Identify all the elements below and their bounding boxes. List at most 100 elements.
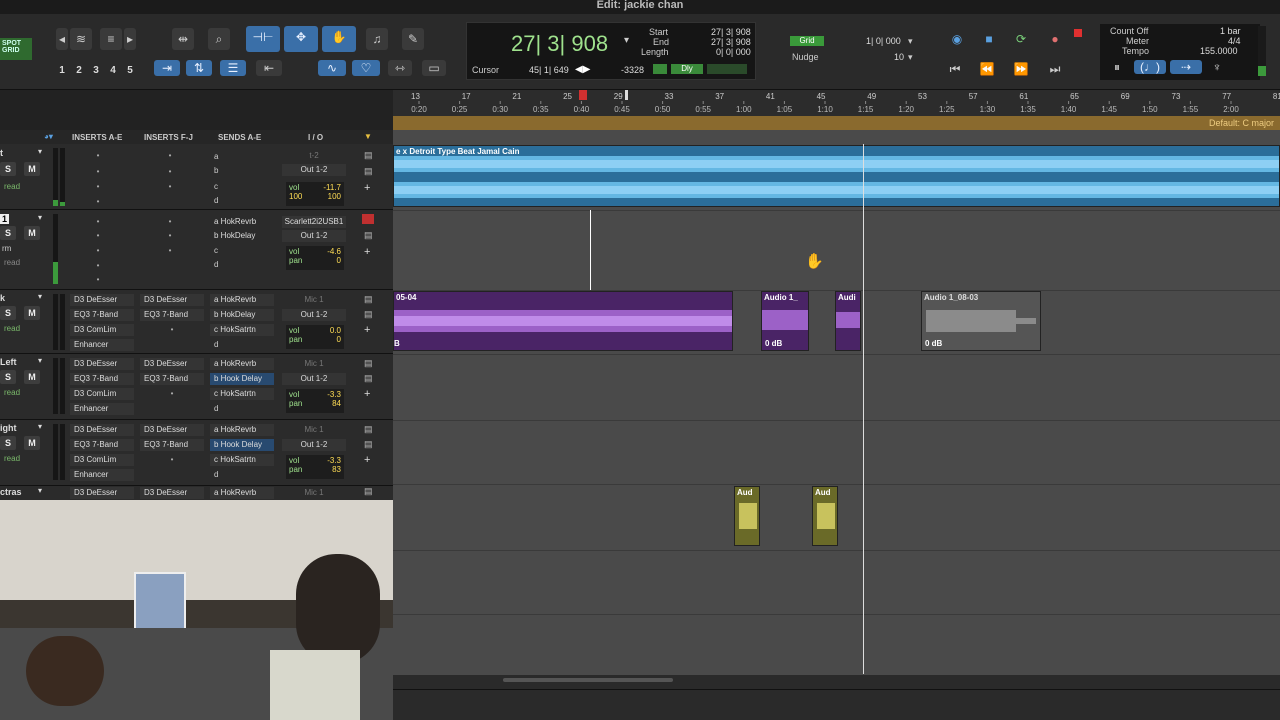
tempo-tool-icon[interactable]: ♆ — [1204, 60, 1230, 74]
insert-plugin[interactable]: D3 DeEsser — [70, 487, 134, 499]
waveform-zoom-icon[interactable]: ≋ — [70, 28, 92, 50]
solo-button[interactable]: S — [0, 436, 16, 450]
insert-slot-empty[interactable]: • — [140, 454, 204, 466]
start-value[interactable]: 27| 3| 908 — [711, 27, 751, 37]
output-window-icon[interactable]: ▤ — [364, 424, 373, 435]
send-slot[interactable]: b Hook Delay — [210, 439, 274, 451]
header-settings-icon[interactable]: ◕▾ — [44, 132, 53, 141]
fast-forward-icon[interactable]: ⏩ — [1010, 58, 1032, 80]
insert-slot-empty[interactable]: • — [138, 216, 202, 228]
main-counter[interactable]: 27| 3| 908 ▾ Start End Length 27| 3| 908… — [466, 22, 756, 80]
pan-right[interactable]: 100 — [328, 192, 341, 201]
automation-mode[interactable]: read — [4, 454, 20, 463]
zoom-toggle-icon[interactable]: ⇹ — [172, 28, 194, 50]
pan-value[interactable]: 83 — [332, 465, 341, 474]
loop-play-icon[interactable]: ⟳ — [1010, 28, 1032, 50]
count-off-label[interactable]: Count Off — [1110, 26, 1148, 36]
solo-button[interactable]: S — [0, 162, 16, 176]
automation-mode[interactable]: read — [4, 324, 20, 333]
output-window-icon[interactable]: ▤ — [364, 230, 373, 241]
track-name[interactable]: t — [0, 148, 3, 158]
add-icon[interactable]: + — [364, 388, 370, 400]
volume-pan-display[interactable]: vol -4.6 pan 0 — [286, 246, 344, 270]
output-selector[interactable]: Out 1-2 — [282, 373, 346, 385]
send-slot[interactable]: d — [214, 404, 218, 413]
send-slot[interactable]: a HokRevrb — [210, 424, 274, 436]
insert-slot-empty[interactable]: • — [138, 245, 202, 257]
insert-plugin[interactable]: D3 DeEsser — [70, 358, 134, 370]
volume-pan-display[interactable]: vol -3.3 pan 83 — [286, 455, 344, 479]
link-track-edit-icon[interactable]: ∿ — [318, 60, 346, 76]
track-name[interactable]: k — [0, 293, 5, 303]
horizontal-scrollbar[interactable] — [503, 678, 673, 682]
send-slot[interactable]: c HokSatrtn — [210, 324, 274, 336]
clip-vocal[interactable]: 05-04 B — [393, 291, 733, 351]
clip-beat[interactable]: e x Detroit Type Beat Jamal Cain — [393, 145, 1280, 207]
output-window-icon[interactable]: ▤ — [364, 486, 373, 497]
grid-value[interactable]: 1| 0| 000 — [866, 36, 901, 46]
metronome-icon[interactable]: ⏸ — [1104, 60, 1130, 74]
send-slot[interactable]: a — [214, 152, 218, 161]
insert-slot-empty[interactable]: • — [138, 181, 202, 193]
insert-plugin[interactable]: Enhancer — [70, 469, 134, 481]
insert-plugin[interactable]: EQ3 7-Band — [70, 439, 134, 451]
solo-button[interactable]: S — [0, 370, 16, 384]
insert-plugin[interactable]: D3 DeEsser — [140, 487, 204, 499]
insert-plugin[interactable]: D3 DeEsser — [140, 294, 204, 306]
pencil-tool-icon[interactable]: ✎ — [402, 28, 424, 50]
length-value[interactable]: 0| 0| 000 — [716, 47, 751, 57]
output-selector[interactable]: Out 1-2 — [282, 164, 346, 176]
clip-gain[interactable]: 0 dB — [925, 339, 942, 348]
insert-plugin[interactable]: EQ3 7-Band — [70, 309, 134, 321]
insert-plugin[interactable]: D3 DeEsser — [70, 294, 134, 306]
insert-plugin[interactable]: D3 ComLim — [70, 454, 134, 466]
send-slot[interactable]: a HokRevrb — [210, 216, 274, 228]
send-slot[interactable]: c HokSatrtn — [210, 388, 274, 400]
output-window-icon[interactable]: ▤ — [364, 373, 373, 384]
send-slot[interactable]: d — [214, 470, 218, 479]
zoom-preset-1[interactable]: 1 — [55, 64, 69, 78]
insert-plugin[interactable]: Enhancer — [70, 403, 134, 415]
automation-mode[interactable]: read — [4, 182, 20, 191]
selector-tool-icon[interactable]: ✥ — [284, 26, 318, 52]
tempo-label[interactable]: Tempo — [1122, 46, 1149, 56]
insert-slot-empty[interactable]: • — [66, 150, 130, 162]
insert-plugin[interactable]: EQ3 7-Band — [70, 373, 134, 385]
volume-pan-display[interactable]: vol -11.7 100 100 — [286, 182, 344, 206]
input-selector[interactable]: Mic 1 — [282, 294, 346, 306]
grabber-tool-icon[interactable]: ✋ — [322, 26, 356, 52]
key-signature-ruler[interactable]: Default: C major — [393, 116, 1280, 130]
output-selector[interactable]: Out 1-2 — [282, 309, 346, 321]
insert-slot-empty[interactable]: • — [138, 166, 202, 178]
go-to-end-icon[interactable]: ⏭ — [1044, 58, 1066, 80]
output-window-icon[interactable]: ▤ — [364, 358, 373, 369]
rewind-icon[interactable]: ⏪ — [976, 58, 998, 80]
track-name[interactable]: Left — [0, 357, 17, 367]
input-selector[interactable]: Mic 1 — [282, 487, 346, 499]
output-window-icon[interactable]: ▤ — [364, 309, 373, 320]
track-name[interactable]: 1 — [0, 214, 10, 224]
track-name[interactable]: ctras — [0, 487, 22, 497]
stop-icon[interactable]: ■ — [978, 28, 1000, 50]
vol-value[interactable]: 0.0 — [330, 326, 341, 335]
vol-value[interactable]: -3.3 — [327, 456, 341, 465]
insert-plugin[interactable]: EQ3 7-Band — [140, 373, 204, 385]
insert-slot-empty[interactable]: • — [66, 230, 130, 242]
scrubber-tool-icon[interactable]: ♫ — [366, 28, 388, 50]
record-icon[interactable]: ● — [1044, 28, 1066, 50]
selection-end-marker[interactable] — [625, 90, 628, 100]
insert-slot-empty[interactable]: • — [138, 230, 202, 242]
midi-zoom-icon[interactable]: ≡ — [100, 28, 122, 50]
track-vocal-left[interactable]: Left ▾ S M read D3 DeEsser EQ3 7-Band D3… — [0, 354, 393, 420]
output-selector[interactable]: Out 1-2 — [282, 230, 346, 242]
add-icon[interactable]: + — [364, 324, 370, 336]
send-slot[interactable]: d — [214, 340, 218, 349]
pan-value[interactable]: 84 — [332, 399, 341, 408]
send-slot[interactable]: b HokDelay — [210, 309, 274, 321]
trim-tool-icon[interactable]: ⊣⊢ — [246, 26, 280, 52]
track-menu-icon[interactable]: ▾ — [38, 356, 42, 365]
output-window-icon[interactable]: ▤ — [364, 294, 373, 305]
tempo-value[interactable]: 155.0000 — [1200, 46, 1238, 56]
send-slot[interactable]: c HokSatrtn — [210, 454, 274, 466]
insert-plugin[interactable]: D3 DeEsser — [140, 358, 204, 370]
